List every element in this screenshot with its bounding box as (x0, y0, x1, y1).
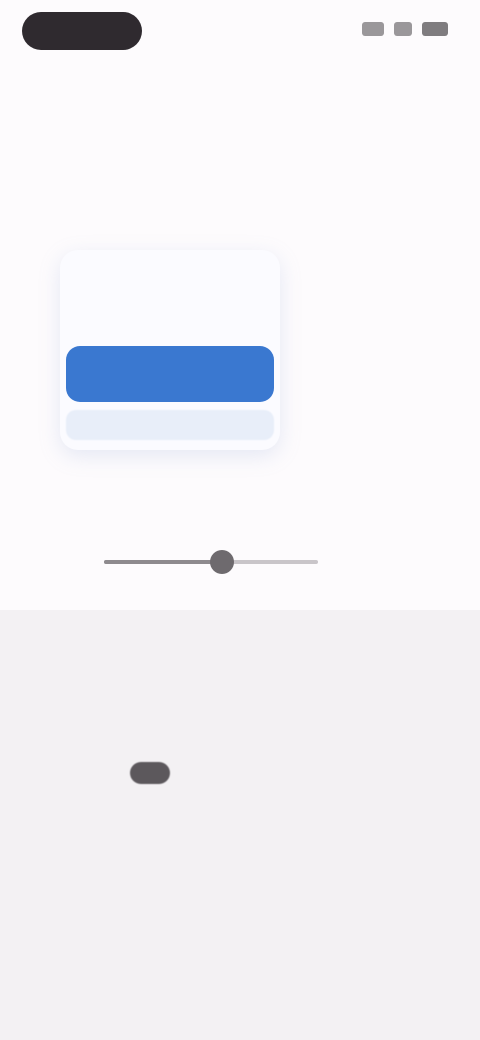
status-time (22, 12, 142, 50)
slider-handle[interactable] (210, 550, 234, 574)
status-bar (0, 0, 480, 70)
info-row (130, 762, 350, 784)
page-subtitle (50, 106, 134, 124)
status-icons (362, 22, 448, 36)
battery-icon (422, 22, 448, 36)
toggle-icon[interactable] (130, 762, 170, 784)
card-footer (66, 410, 274, 440)
slider-fill (104, 560, 222, 564)
signal-icon (362, 22, 384, 36)
primary-action-button[interactable] (66, 346, 274, 402)
amount-slider[interactable] (104, 548, 318, 578)
page-bottom-background (0, 610, 480, 1040)
wifi-icon (394, 22, 412, 36)
plan-card (60, 250, 280, 450)
